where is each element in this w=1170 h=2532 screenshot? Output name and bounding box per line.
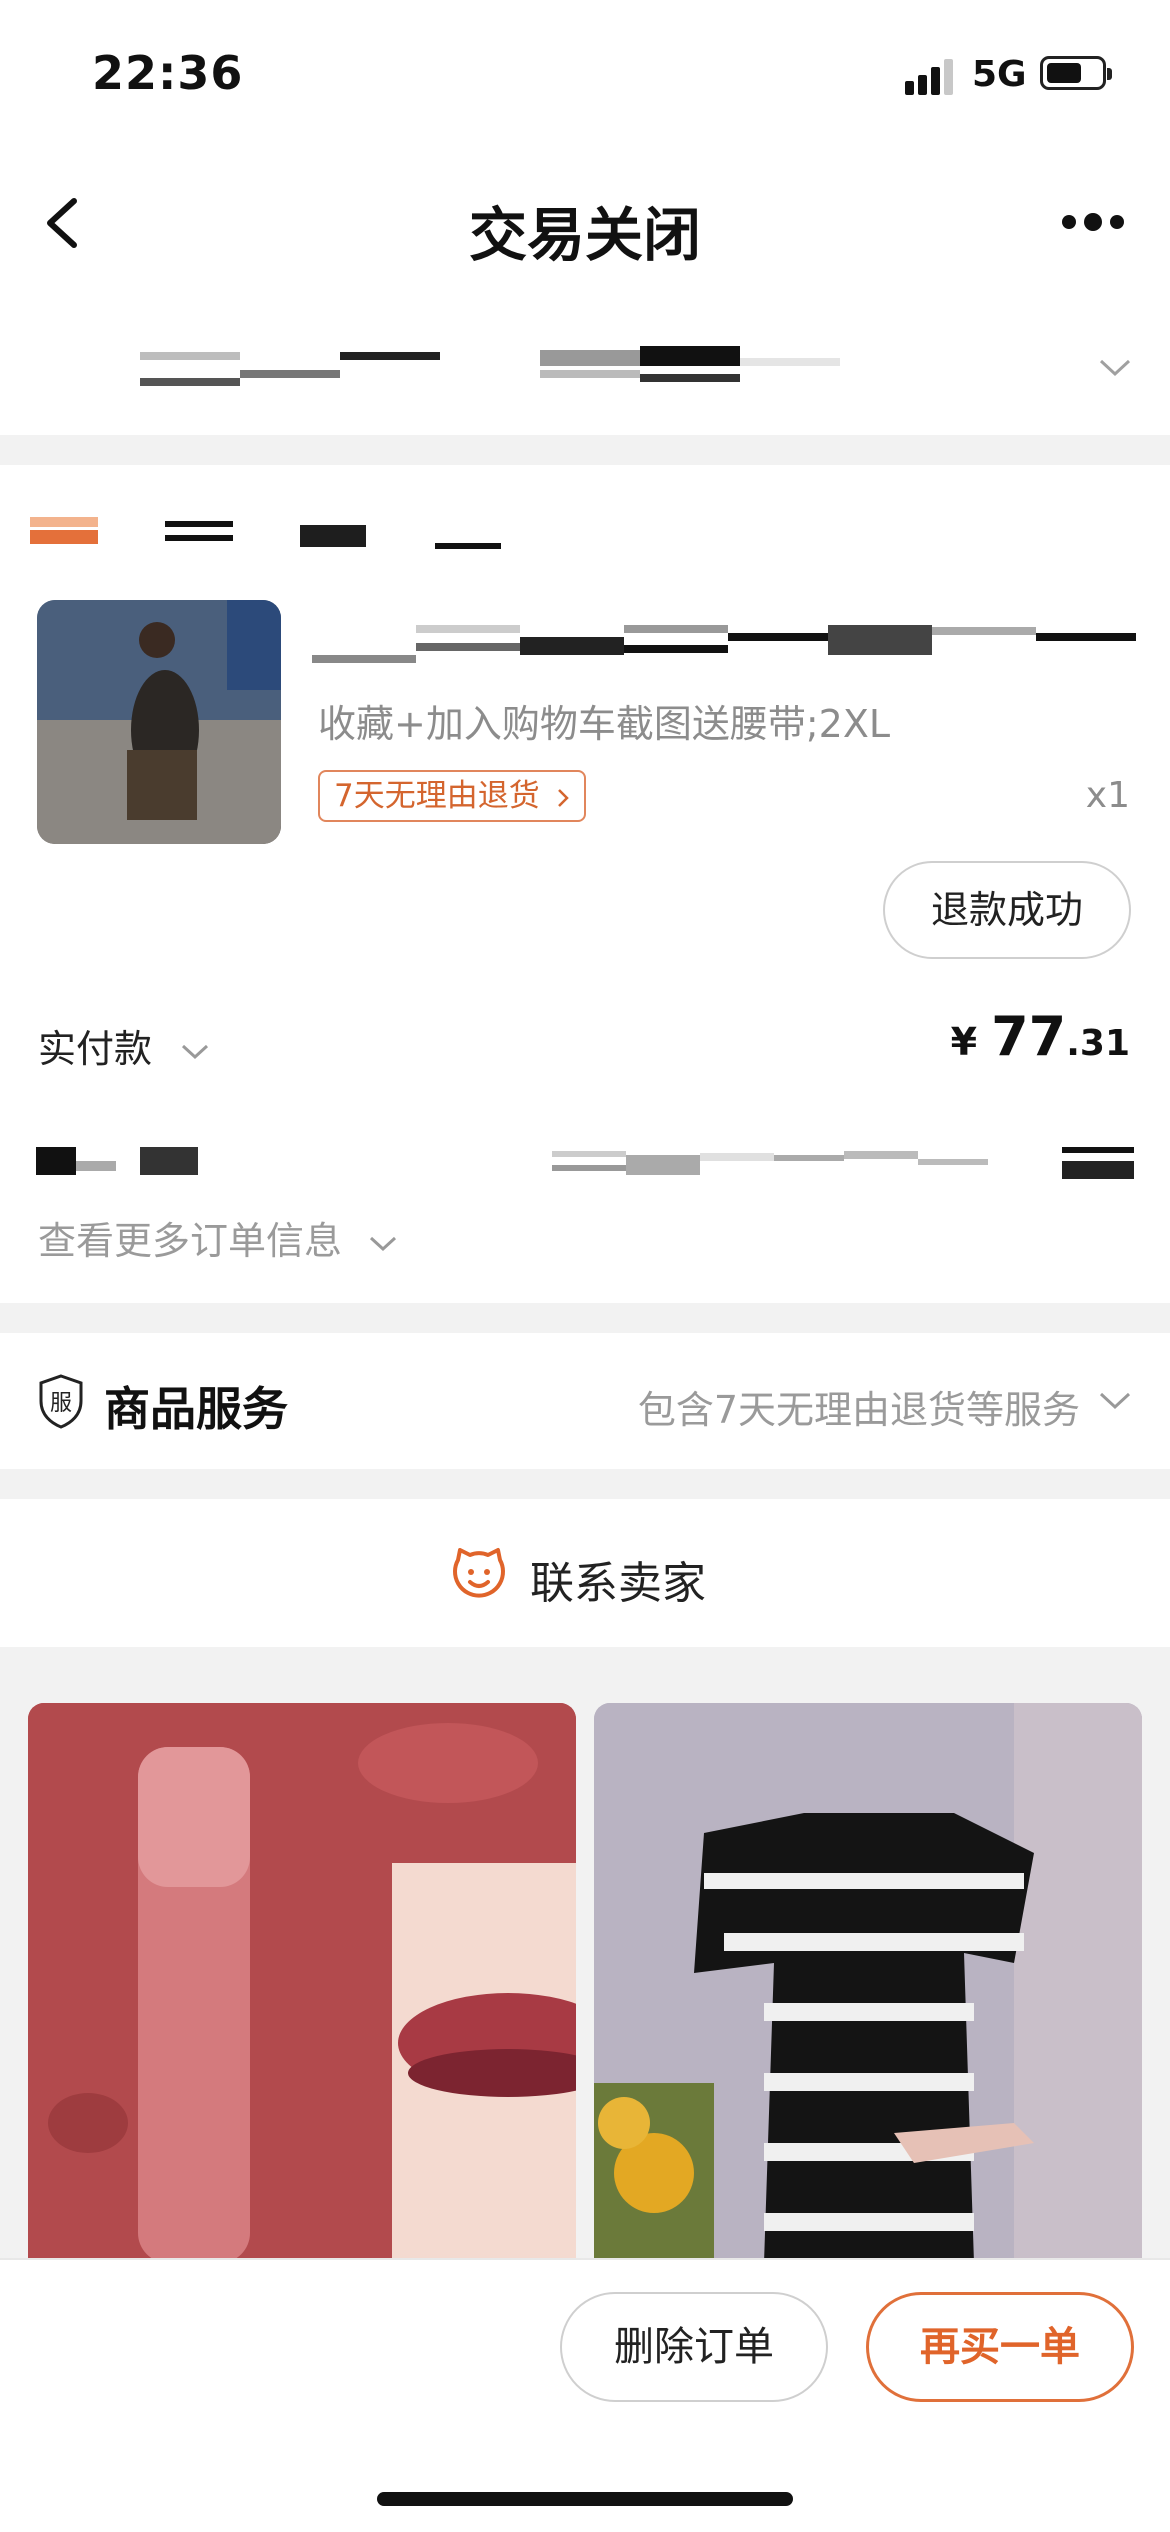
currency-symbol: ¥: [950, 1020, 978, 1064]
amount-integer: 77: [991, 1005, 1067, 1068]
recommended-product-image[interactable]: [28, 1703, 576, 2263]
status-bar: 22:36 5G: [0, 0, 1170, 140]
paid-amount-row[interactable]: 实付款: [38, 1018, 210, 1073]
chevron-down-icon: [1098, 358, 1132, 382]
signal-icon: [905, 55, 959, 95]
amount-decimal: .31: [1066, 1023, 1130, 1064]
chevron-down-icon: [182, 1044, 209, 1059]
chevron-down-icon: [370, 1236, 397, 1251]
product-image[interactable]: [37, 600, 281, 844]
chevron-right-icon: [557, 788, 569, 807]
return-policy-tag[interactable]: 7天无理由退货: [318, 770, 586, 822]
paid-label: 实付款: [38, 1027, 153, 1071]
service-description: 包含7天无理由退货等服务: [637, 1388, 1080, 1432]
chevron-down-icon: [1098, 1391, 1132, 1415]
buy-again-button[interactable]: 再买一单: [866, 2292, 1134, 2402]
network-type: 5G: [972, 54, 1027, 95]
product-spec: 收藏+加入购物车截图送腰带;2XL: [318, 702, 891, 746]
order-card: 收藏+加入购物车截图送腰带;2XL 7天无理由退货 x1 退款成功 实付款 ¥7…: [0, 465, 1170, 1303]
bottom-action-bar: 删除订单 再买一单: [0, 2258, 1170, 2532]
contact-seller-button[interactable]: 联系卖家: [0, 1499, 1170, 1647]
svg-text:服: 服: [50, 1391, 72, 1416]
quantity: x1: [1085, 775, 1130, 816]
contact-seller-label: 联系卖家: [530, 1558, 706, 1609]
seller-face-icon: [450, 1544, 508, 1602]
service-title: 商品服务: [104, 1382, 288, 1436]
service-shield-icon: 服: [37, 1373, 85, 1429]
return-policy-label: 7天无理由退货: [334, 778, 540, 814]
service-row[interactable]: 服 商品服务 包含7天无理由退货等服务: [0, 1333, 1170, 1469]
nav-bar: 交易关闭: [0, 140, 1170, 300]
address-card[interactable]: [0, 300, 1170, 435]
delete-order-button[interactable]: 删除订单: [560, 2292, 828, 2402]
paid-amount: ¥77.31: [951, 1005, 1130, 1068]
battery-icon: [1040, 56, 1112, 90]
page-title: 交易关闭: [468, 201, 701, 269]
refund-status-button[interactable]: 退款成功: [883, 861, 1131, 959]
recommended-product-image[interactable]: [594, 1703, 1142, 2263]
status-time: 22:36: [92, 46, 244, 100]
more-icon[interactable]: [1060, 210, 1130, 234]
more-order-info-label: 查看更多订单信息: [38, 1219, 343, 1263]
more-order-info[interactable]: 查看更多订单信息: [38, 1210, 398, 1265]
home-indicator[interactable]: [377, 2492, 793, 2506]
